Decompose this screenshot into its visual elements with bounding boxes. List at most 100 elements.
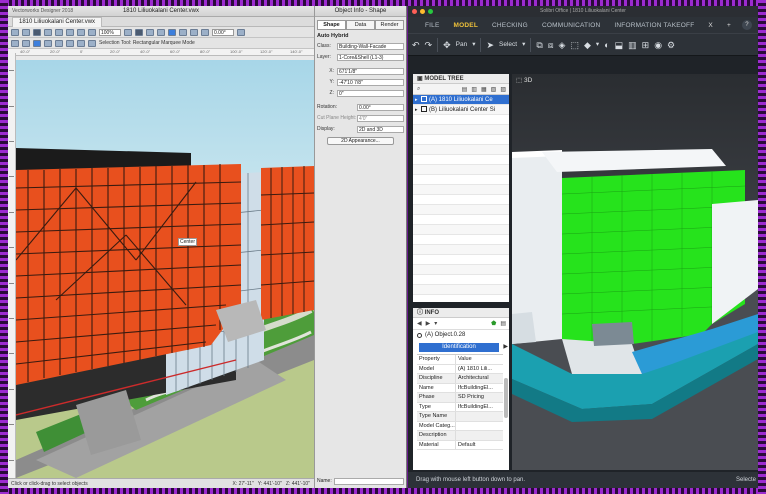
- camera-icon[interactable]: ◉: [654, 40, 662, 50]
- back-icon[interactable]: ◀: [417, 320, 422, 327]
- snap-icon[interactable]: [179, 28, 187, 36]
- minimize-icon[interactable]: [420, 9, 425, 14]
- tag-icon[interactable]: ⬟: [491, 320, 496, 327]
- pan-label[interactable]: Pan: [456, 40, 468, 50]
- zoom-icon[interactable]: [88, 28, 96, 36]
- rect-marquee-icon[interactable]: [33, 39, 41, 47]
- undo-icon[interactable]: ↶: [412, 40, 420, 50]
- layer-select[interactable]: 1-Core&Shell (L1-3): [337, 53, 404, 61]
- measure-icon[interactable]: ⊞: [642, 40, 650, 50]
- property-row[interactable]: Description: [417, 431, 503, 441]
- hide-icon[interactable]: ⧈: [548, 40, 554, 50]
- box-icon[interactable]: ⬚: [570, 40, 579, 50]
- radio-icon[interactable]: [417, 333, 422, 338]
- pan-icon[interactable]: ✥: [443, 40, 451, 50]
- help-icon[interactable]: ?: [742, 20, 752, 30]
- settings-gear-icon[interactable]: ⚙: [667, 40, 675, 50]
- menu-x[interactable]: X: [701, 22, 720, 29]
- navigate-icon[interactable]: [77, 28, 85, 36]
- property-row[interactable]: Material Default: [417, 440, 503, 450]
- list-icon[interactable]: ▤: [500, 320, 506, 327]
- select-dropdown-icon[interactable]: ▾: [522, 40, 525, 50]
- tree-row-model-b[interactable]: ▸ (B) Liliuokalani Center Si: [413, 105, 509, 115]
- transparency-icon[interactable]: ◐: [604, 40, 609, 50]
- menu-information-takeoff[interactable]: INFORMATION TAKEOFF: [607, 22, 701, 29]
- select-label[interactable]: Select: [499, 40, 517, 50]
- search-icon[interactable]: ⌕: [417, 86, 420, 93]
- rotation-field[interactable]: 0.00°: [357, 103, 404, 111]
- menu-model[interactable]: MODEL: [447, 22, 485, 29]
- walkthrough-icon[interactable]: [135, 28, 143, 36]
- slice-icon[interactable]: ⬓: [615, 40, 624, 50]
- property-row[interactable]: Discipline Architectural: [417, 374, 503, 384]
- property-scrollbar[interactable]: [504, 378, 508, 418]
- selection-mode-icon[interactable]: [11, 39, 19, 47]
- unrestricted-icon[interactable]: [77, 39, 85, 47]
- add-tab-icon[interactable]: +: [720, 22, 738, 29]
- property-row[interactable]: Type Name: [417, 412, 503, 422]
- marquee-mode-icon[interactable]: [22, 39, 30, 47]
- appearance-button[interactable]: 2D Appearance...: [327, 137, 394, 145]
- property-row[interactable]: Type IfcBuildingEl...: [417, 402, 503, 412]
- class-icon[interactable]: [22, 28, 30, 36]
- component-icon[interactable]: ⧉: [536, 40, 542, 50]
- layer-icon[interactable]: [11, 28, 19, 36]
- next-tab-icon[interactable]: ▶: [503, 343, 508, 352]
- working-plane-icon[interactable]: [157, 28, 165, 36]
- cube-icon[interactable]: ◆: [584, 40, 591, 50]
- saved-views-icon[interactable]: [66, 28, 74, 36]
- property-row[interactable]: Name IfcBuildingEl...: [417, 383, 503, 393]
- tree-row-model-a[interactable]: ▸ (A) 1810 Liliuokalani Ce: [413, 95, 509, 105]
- render-mode-icon[interactable]: [44, 28, 52, 36]
- z-field[interactable]: 0": [337, 89, 404, 97]
- projection-icon[interactable]: [55, 28, 63, 36]
- plane-icon[interactable]: [237, 28, 245, 36]
- x-field[interactable]: 671'1/8": [337, 67, 404, 75]
- info-object-row[interactable]: (A) Object.0.28: [413, 330, 509, 341]
- redo-icon[interactable]: ↷: [425, 40, 433, 50]
- display-select[interactable]: 2D and 3D: [357, 125, 404, 133]
- lasso-icon[interactable]: [55, 39, 63, 47]
- name-field[interactable]: [333, 477, 404, 485]
- solibri-3d-view[interactable]: ⬚ 3D: [512, 74, 758, 470]
- menu-file[interactable]: FILE: [418, 22, 447, 29]
- vw-3d-viewport[interactable]: Center: [16, 60, 314, 478]
- settings-icon[interactable]: [190, 28, 198, 36]
- tab-data[interactable]: Data: [346, 20, 375, 30]
- grid-icon[interactable]: [168, 28, 176, 36]
- y-field[interactable]: -47'10 7/8": [337, 78, 404, 86]
- tab-shape[interactable]: Shape: [317, 20, 346, 30]
- property-row[interactable]: Model Categ...: [417, 421, 503, 431]
- vw-doc-tab[interactable]: 1810 Liliuokalani Center.vwx: [12, 16, 103, 27]
- menu-checking[interactable]: CHECKING: [485, 22, 535, 29]
- filter-icon[interactable]: ▦: [481, 86, 487, 93]
- class-select[interactable]: Building-Wall-Facade: [337, 42, 404, 50]
- property-row[interactable]: Phase SD Pricing: [417, 393, 503, 403]
- collapse-icon[interactable]: ▥: [471, 86, 477, 93]
- maximize-icon[interactable]: [428, 9, 433, 14]
- pan-dropdown-icon[interactable]: ▾: [472, 40, 475, 50]
- zoom-field[interactable]: 100%: [99, 28, 121, 36]
- isolate-icon[interactable]: ◈: [559, 40, 566, 50]
- view-icon[interactable]: [33, 28, 41, 36]
- forward-icon[interactable]: ▶: [426, 320, 431, 327]
- identification-tab[interactable]: Identification ▶: [419, 343, 508, 352]
- cut-plane-field[interactable]: 4'0": [357, 114, 404, 122]
- select-arrow-icon[interactable]: ➤: [486, 40, 494, 50]
- tab-render[interactable]: Render: [375, 20, 404, 30]
- cube-dropdown-icon[interactable]: ▾: [596, 40, 599, 50]
- rotate-icon[interactable]: [201, 28, 209, 36]
- transform-icon[interactable]: [66, 39, 74, 47]
- lighting-icon[interactable]: [146, 28, 154, 36]
- expand-icon[interactable]: ▤: [462, 86, 468, 93]
- close-icon[interactable]: [412, 9, 417, 14]
- menu-communication[interactable]: COMMUNICATION: [535, 22, 607, 29]
- property-row[interactable]: Model (A) 1810 Lili...: [417, 364, 503, 374]
- dropdown-icon[interactable]: ▾: [434, 320, 437, 327]
- angle-field[interactable]: 0.00°: [212, 28, 234, 36]
- layers-icon[interactable]: ▧: [491, 86, 497, 93]
- poly-marquee-icon[interactable]: [44, 39, 52, 47]
- options-list-icon[interactable]: ▨: [500, 86, 506, 93]
- section-icon[interactable]: ▥: [628, 40, 637, 50]
- options-icon[interactable]: [88, 39, 96, 47]
